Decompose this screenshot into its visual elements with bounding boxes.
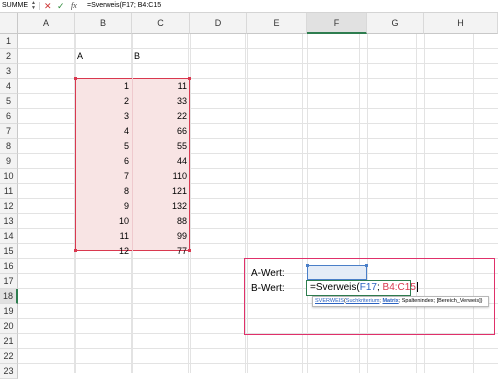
tooltip-arg-matrix[interactable]: Matrix — [382, 298, 398, 304]
row-header-3[interactable]: 3 — [0, 64, 18, 79]
row-header-23[interactable]: 23 — [0, 364, 18, 379]
divider — [39, 2, 40, 10]
formula-ref-b4-c15: B4:C15 — [382, 282, 416, 293]
cell-f18-editor[interactable]: =Sverweis(F17; B4:C15 — [306, 280, 418, 296]
cell-b14[interactable]: 11 — [75, 229, 132, 244]
row-header-12[interactable]: 12 — [0, 199, 18, 214]
name-box-stepper-icon[interactable]: ▲ ▼ — [31, 1, 36, 11]
cell-c8[interactable]: 55 — [132, 139, 190, 154]
column-header-d[interactable]: D — [190, 13, 247, 34]
cell-b12[interactable]: 9 — [75, 199, 132, 214]
cell-e18[interactable]: B-Wert: — [249, 281, 307, 296]
cell-c5[interactable]: 33 — [132, 94, 190, 109]
cell-c14[interactable]: 99 — [132, 229, 190, 244]
tooltip-function-link[interactable]: SVERWEIS — [315, 298, 344, 304]
row-header-1[interactable]: 1 — [0, 34, 18, 49]
column-header-f[interactable]: F — [307, 13, 367, 34]
range-handle[interactable] — [365, 264, 368, 267]
row-header-6[interactable]: 6 — [0, 109, 18, 124]
cell-b10[interactable]: 7 — [75, 169, 132, 184]
row-header-15[interactable]: 15 — [0, 244, 18, 259]
cell-b5[interactable]: 2 — [75, 94, 132, 109]
cell-b8[interactable]: 5 — [75, 139, 132, 154]
row-header-16[interactable]: 16 — [0, 259, 18, 274]
formula-ref-f17: F17 — [359, 282, 377, 293]
row-header-22[interactable]: 22 — [0, 349, 18, 364]
column-header-e[interactable]: E — [247, 13, 307, 34]
row-header-7[interactable]: 7 — [0, 124, 18, 139]
cell-c7[interactable]: 66 — [132, 124, 190, 139]
row-header-13[interactable]: 13 — [0, 214, 18, 229]
fx-icon[interactable]: fx — [71, 0, 77, 12]
row-header-11[interactable]: 11 — [0, 184, 18, 199]
cell-b15[interactable]: 12 — [75, 244, 132, 259]
row-header-21[interactable]: 21 — [0, 334, 18, 349]
cell-b11[interactable]: 8 — [75, 184, 132, 199]
column-header-b[interactable]: B — [75, 13, 132, 34]
formula-input[interactable]: =Sverweis(F17; B4:C15 — [87, 0, 161, 12]
cell-b7[interactable]: 4 — [75, 124, 132, 139]
cell-c13[interactable]: 88 — [132, 214, 190, 229]
text-caret — [416, 282, 418, 293]
cell-b13[interactable]: 10 — [75, 214, 132, 229]
row-header-20[interactable]: 20 — [0, 319, 18, 334]
row-header-9[interactable]: 9 — [0, 154, 18, 169]
cell-b6[interactable]: 3 — [75, 109, 132, 124]
cell-c6[interactable]: 22 — [132, 109, 190, 124]
row-header-5[interactable]: 5 — [0, 94, 18, 109]
column-header-h[interactable]: H — [424, 13, 498, 34]
cell-c12[interactable]: 132 — [132, 199, 190, 214]
row-header-4[interactable]: 4 — [0, 79, 18, 94]
gridline — [190, 34, 191, 373]
cell-c2[interactable]: B — [132, 49, 190, 64]
row-header-19[interactable]: 19 — [0, 304, 18, 319]
tooltip-arg-suchkriterium[interactable]: Suchkriterium — [346, 298, 380, 304]
range-handle[interactable] — [306, 264, 309, 267]
column-header-c[interactable]: C — [132, 13, 190, 34]
column-header-g[interactable]: G — [367, 13, 424, 34]
enter-check-icon[interactable]: ✓ — [57, 0, 65, 12]
row-header-2[interactable]: 2 — [0, 49, 18, 64]
row-header-18[interactable]: 18 — [0, 289, 18, 304]
cell-b4[interactable]: 1 — [75, 79, 132, 94]
cell-c11[interactable]: 121 — [132, 184, 190, 199]
row-header-17[interactable]: 17 — [0, 274, 18, 289]
formula-bar: SUMME ▲ ▼ ✕ ✓ fx =Sverweis(F17; B4:C15 — [0, 0, 498, 13]
row-header-10[interactable]: 10 — [0, 169, 18, 184]
cancel-icon[interactable]: ✕ — [44, 0, 52, 12]
row-header-14[interactable]: 14 — [0, 229, 18, 244]
formula-prefix: =Sverweis( — [310, 282, 360, 293]
cell-e17[interactable]: A-Wert: — [249, 266, 307, 281]
cell-c10[interactable]: 110 — [132, 169, 190, 184]
row-header-8[interactable]: 8 — [0, 139, 18, 154]
cell-c15[interactable]: 77 — [132, 244, 190, 259]
cell-b2[interactable]: A — [75, 49, 132, 64]
cell-b9[interactable]: 6 — [75, 154, 132, 169]
tooltip-rest-args: ; Spaltenindex; [Bereich_Verweis]) — [398, 298, 483, 304]
select-all-corner[interactable] — [0, 13, 18, 34]
column-header-a[interactable]: A — [18, 13, 75, 34]
cell-c9[interactable]: 44 — [132, 154, 190, 169]
cell-f17[interactable] — [307, 265, 367, 280]
cell-c4[interactable]: 11 — [132, 79, 190, 94]
function-signature-tooltip: SVERWEIS(Suchkriterium; Matrix; Spalteni… — [312, 296, 489, 307]
